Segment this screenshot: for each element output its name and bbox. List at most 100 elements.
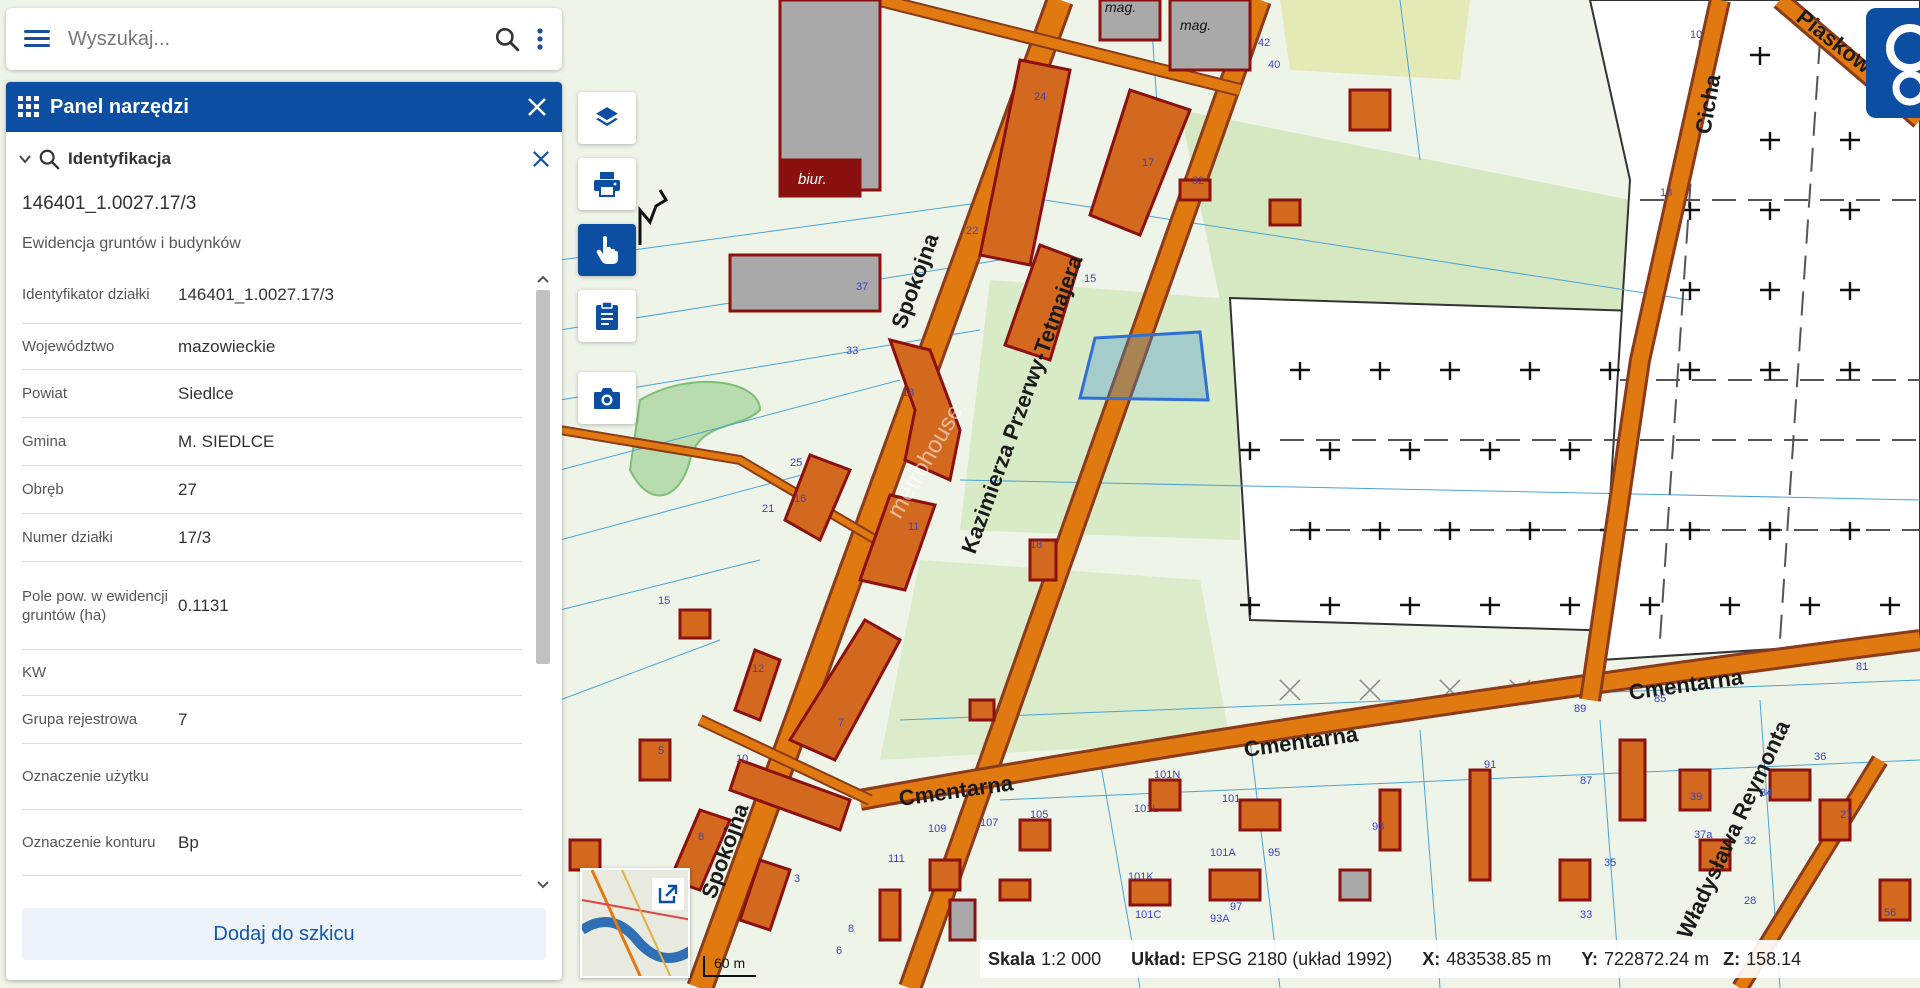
layers-tool-button[interactable] [578, 92, 636, 144]
panel-close-button[interactable] [524, 94, 550, 120]
building-label: mag. [1105, 0, 1136, 15]
svg-text:87: 87 [1580, 775, 1592, 787]
attribute-key: Numer działki [22, 529, 113, 546]
search-input[interactable] [68, 27, 488, 51]
attribute-key: Grupa rejestrowa [22, 711, 138, 728]
crs-value[interactable]: EPSG 2180 (układ 1992) [1192, 949, 1392, 970]
svg-text:97: 97 [1230, 901, 1242, 913]
layers-icon [596, 107, 618, 127]
svg-text:109: 109 [928, 823, 946, 835]
svg-text:17: 17 [1142, 157, 1154, 169]
svg-text:7: 7 [838, 717, 844, 729]
add-to-sketch-button[interactable]: Dodaj do szkicu [22, 908, 546, 960]
attribute-value: 146401_1.0027.17/3 [178, 284, 334, 304]
svg-text:37a: 37a [1694, 829, 1713, 841]
svg-text:93: 93 [1372, 821, 1384, 833]
clipboard-tool-button[interactable] [578, 290, 636, 342]
more-options-button[interactable] [526, 19, 554, 59]
svg-text:105: 105 [1030, 809, 1048, 821]
green-area [960, 280, 1240, 540]
attribute-key: Obręb [22, 481, 64, 498]
svg-text:40: 40 [1268, 59, 1280, 71]
scroll-up-button[interactable] [534, 270, 552, 288]
y-coordinate-label: Y: [1581, 948, 1599, 969]
svg-text:95: 95 [1268, 847, 1280, 859]
svg-text:11: 11 [908, 521, 919, 533]
chevron-down-icon[interactable] [18, 152, 32, 166]
scrollbar[interactable] [534, 270, 552, 894]
chevron-down-icon [537, 881, 549, 889]
svg-text:12: 12 [752, 663, 764, 675]
scale-bar: 60 m [702, 952, 758, 978]
attribute-key: Oznaczenie konturu [22, 834, 156, 851]
attribute-row: Numer działki 17/3 [22, 514, 522, 562]
svg-text:10: 10 [1690, 29, 1702, 41]
svg-text:18: 18 [902, 387, 914, 399]
orchard-area [1280, 0, 1470, 80]
chevron-up-icon [537, 275, 549, 283]
attribute-key: KW [22, 664, 47, 681]
layer-name: Ewidencja gruntów i budynków [22, 235, 241, 252]
attribute-value: 0.1131 [178, 595, 229, 615]
scroll-track[interactable] [534, 288, 552, 876]
attribute-value: 17/3 [178, 527, 212, 547]
attribute-key: Oznaczenie użytku [22, 768, 149, 785]
svg-text:18: 18 [1030, 539, 1042, 551]
attribute-key: Pole pow. w ewidencji gruntów (ha) [22, 587, 168, 624]
svg-text:8: 8 [848, 923, 854, 935]
panel-title: Panel narzędzi [50, 95, 189, 118]
crs-label: Układ: [1131, 948, 1187, 969]
scale-bar-label: 60 m [714, 955, 746, 971]
tools-panel: Panel narzędzi Identyfikacja 146401_1.00… [6, 82, 562, 980]
attributes-list[interactable]: Identyfikator działki 146401_1.0027.17/3 … [6, 266, 562, 898]
svg-text:16: 16 [794, 493, 806, 505]
attribute-row: Powiat Siedlce [22, 370, 522, 418]
search-button[interactable] [488, 19, 526, 59]
search-icon [39, 149, 60, 170]
scroll-down-button[interactable] [534, 876, 552, 894]
selected-parcel[interactable] [1078, 330, 1210, 402]
svg-text:81: 81 [1856, 661, 1868, 673]
svg-text:101: 101 [1222, 793, 1240, 805]
screenshot-tool-button[interactable] [578, 372, 636, 424]
menu-button[interactable] [6, 8, 68, 70]
expand-external-icon[interactable] [656, 882, 680, 906]
svg-text:3: 3 [794, 873, 800, 885]
search-icon [495, 27, 520, 52]
svg-text:32: 32 [1744, 835, 1756, 847]
attribute-value: 7 [178, 709, 188, 729]
attribute-value: Bp [178, 832, 199, 852]
svg-text:101C: 101C [1135, 909, 1161, 921]
svg-text:101L: 101L [1134, 803, 1158, 815]
svg-text:24: 24 [1034, 91, 1046, 103]
svg-text:93A: 93A [1210, 913, 1230, 925]
x-coordinate-value: 483538.85 m [1446, 948, 1552, 969]
svg-text:28: 28 [1744, 895, 1756, 907]
svg-text:21: 21 [762, 503, 774, 515]
kebab-menu-icon [537, 28, 543, 50]
identify-tool-button[interactable] [578, 224, 636, 276]
svg-text:42: 42 [1258, 37, 1270, 49]
print-tool-button[interactable] [578, 158, 636, 210]
svg-text:22: 22 [966, 225, 978, 237]
svg-text:8: 8 [698, 831, 704, 843]
scroll-thumb[interactable] [536, 290, 550, 664]
grid-apps-icon [18, 96, 39, 117]
svg-text:6: 6 [836, 945, 842, 957]
svg-text:15: 15 [658, 595, 670, 607]
svg-text:25: 25 [790, 457, 802, 469]
svg-text:37: 37 [856, 281, 868, 293]
identification-section-header[interactable]: Identyfikacja [6, 132, 562, 186]
svg-text:33: 33 [846, 345, 858, 357]
overview-map[interactable] [580, 868, 690, 978]
building-label: mag. [1180, 17, 1211, 33]
panel-header: Panel narzędzi [6, 82, 562, 132]
svg-text:10: 10 [736, 753, 748, 765]
scale-value[interactable]: 1:2 000 [1041, 949, 1101, 970]
svg-text:107: 107 [980, 817, 998, 829]
geoportal-logo[interactable] [1866, 8, 1920, 118]
attribute-value: Siedlce [178, 383, 234, 403]
scale-label: Skala [988, 948, 1036, 969]
close-icon[interactable] [532, 150, 550, 168]
attribute-row: Oznaczenie konturu Bp [22, 810, 522, 876]
